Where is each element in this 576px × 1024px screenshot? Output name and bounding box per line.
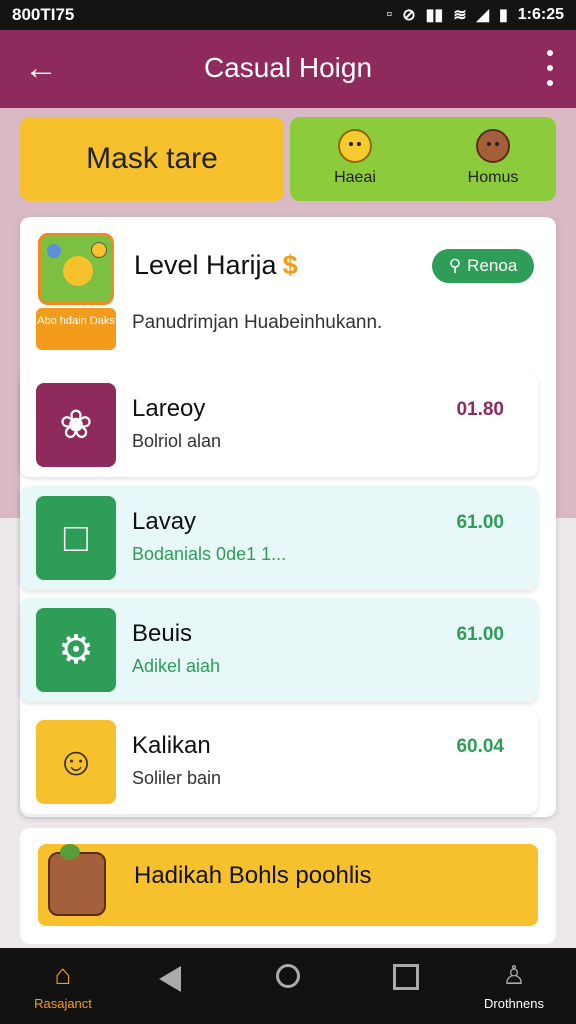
status-left-text: 800TI75 [12,5,75,24]
bag-icon [48,844,106,916]
renoa-label: Renoa [467,256,518,275]
promo-banner-text: Hadikah Bohls poohlis [134,862,372,889]
nav-recents[interactable] [386,960,426,990]
list-item[interactable]: ⚙ Beuis Adikel aiah 61.00 [20,598,538,702]
level-title: Level Harija $ [134,250,298,280]
status-icons: ▫ ⊘ ▮▮ ≋ ◢ ▮ 1:6:25 [387,5,564,25]
level-illustration [38,233,114,305]
list-item-title: Lareoy [132,395,206,422]
gear-icon: ⚙ [36,608,116,692]
quick-action-label: Homus [467,169,519,186]
mute-icon: ⊘ [402,7,416,24]
signal-icon: ▮▮ [425,7,444,24]
list-item[interactable]: □ Lavay Bodanials 0de1 1... 61.00 [20,486,538,590]
circle-icon [276,964,300,988]
list-item[interactable]: ❀ Lareoy Bolriol alan 01.80 [20,373,538,477]
quick-action-haeai[interactable]: Haeai [310,129,400,187]
list-item-desc: Bodanials 0de1 1... [132,544,287,564]
quick-action-homus[interactable]: Homus [448,129,538,187]
clock: 1:6:25 [517,6,564,23]
more-vertical-icon[interactable] [544,50,556,86]
nav-home-circle[interactable] [268,960,308,988]
mask-tile-button[interactable]: Mask tare [20,117,284,201]
battery-icon: ▮ [498,7,508,24]
mask-tile-label: Mask tare [86,142,218,175]
nav-home-label: Rasajanct [34,996,92,1011]
bottom-nav: ⌂ Rasajanct ♙ Drothnens [0,948,576,1024]
cell-signal-icon: ◢ [476,7,489,24]
level-subtitle: Panudrimjan Huabeinhukann. [132,312,383,333]
brown-face-icon [476,129,510,163]
smile-icon: ☺ [36,720,116,804]
status-bar: 800TI75 ▫ ⊘ ▮▮ ≋ ◢ ▮ 1:6:25 [0,0,576,30]
back-triangle-icon [159,966,181,992]
list-item-desc: Adikel aiah [132,656,221,676]
list-item-desc: Bolriol alan [132,431,222,451]
flower-icon: ❀ [36,383,116,467]
level-badge: Abo hdain Daks [36,308,116,350]
user-icon: ♙ [502,960,526,990]
wifi-icon: ≋ [453,7,467,24]
app-bar: ← Casual Hoign [0,30,576,108]
page-title: Casual Hoign [203,52,373,83]
nav-profile[interactable]: ♙ Drothnens [466,960,562,1011]
renoa-button[interactable]: ⚲ Renoa [432,249,534,283]
list-item-desc: Soliler bain [132,768,222,788]
list-item-value: 60.04 [456,736,504,757]
list-item-value: 61.00 [456,512,504,533]
lock-icon: ▫ [386,6,393,23]
square-icon [393,964,419,990]
list-item-title: Beuis [132,620,193,647]
search-icon: ⚲ [448,256,462,275]
list-item-value: 61.00 [456,624,504,645]
nav-back[interactable] [150,960,190,992]
nav-home[interactable]: ⌂ Rasajanct [18,959,108,1012]
coin-icon: $ [282,250,298,280]
folder-icon: □ [36,496,116,580]
home-icon: ⌂ [54,959,72,990]
quick-actions-tile: Haeai Homus [290,117,556,201]
nav-profile-label: Drothnens [484,996,544,1011]
smile-face-icon [338,129,372,163]
list-item-value: 01.80 [456,399,504,420]
quick-action-label: Haeai [334,169,376,186]
list-item-title: Lavay [132,508,197,535]
list-item[interactable]: ☺ Kalikan Soliler bain 60.04 [20,710,538,814]
list-item-title: Kalikan [132,732,211,759]
